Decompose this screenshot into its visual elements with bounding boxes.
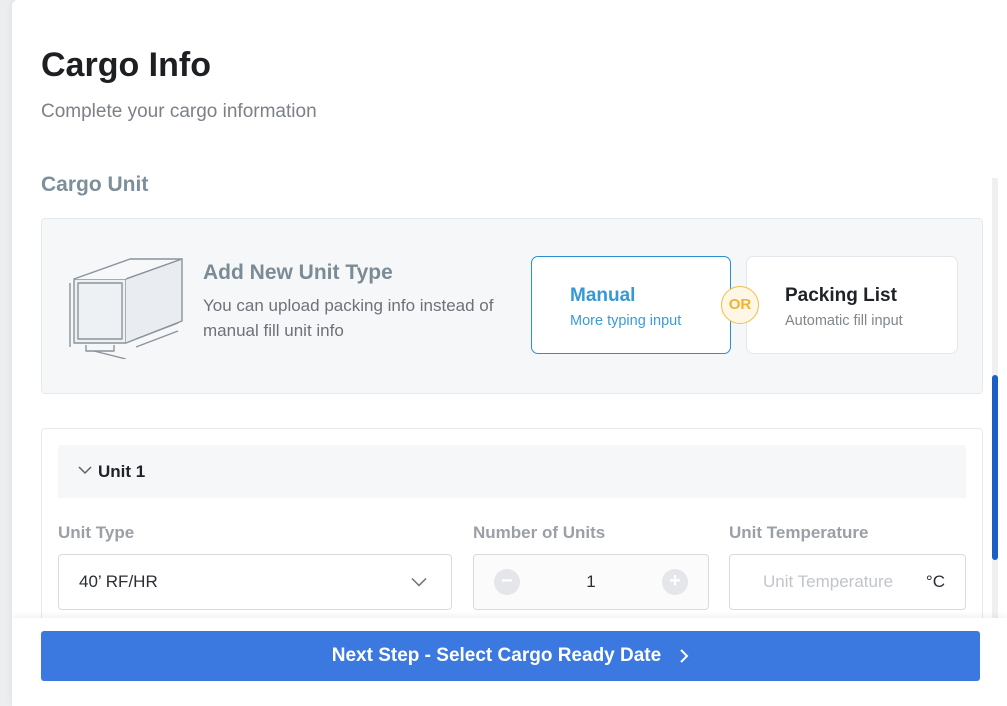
manual-option-card[interactable]: Manual More typing input bbox=[531, 256, 731, 354]
add-unit-type-title: Add New Unit Type bbox=[203, 261, 393, 284]
packing-list-option-card[interactable]: Packing List Automatic fill input bbox=[746, 256, 958, 354]
unit-type-value: 40’ RF/HR bbox=[79, 572, 158, 591]
increment-button[interactable]: + bbox=[662, 569, 688, 595]
chevron-right-icon bbox=[680, 649, 689, 663]
next-step-label: Next Step - Select Cargo Ready Date bbox=[331, 645, 662, 666]
section-title-cargo-unit: Cargo Unit bbox=[41, 173, 149, 196]
add-unit-type-description: You can upload packing info instead of m… bbox=[203, 296, 494, 340]
add-unit-type-panel: Add New Unit Type You can upload packing… bbox=[41, 218, 983, 394]
unit-accordion-header[interactable]: Unit 1 bbox=[58, 445, 966, 498]
number-of-units-stepper: − 1 + bbox=[473, 554, 709, 610]
page-title: Cargo Info bbox=[41, 46, 211, 84]
manual-option-title: Manual bbox=[570, 285, 636, 306]
page-subtitle: Complete your cargo information bbox=[41, 101, 317, 122]
or-badge: OR bbox=[721, 286, 759, 324]
unit-temperature-field: °C bbox=[729, 554, 966, 610]
temperature-unit: °C bbox=[925, 572, 945, 591]
unit-title: Unit 1 bbox=[98, 462, 146, 481]
next-step-button[interactable]: Next Step - Select Cargo Ready Date bbox=[41, 631, 980, 681]
unit-temperature-input[interactable] bbox=[731, 556, 911, 608]
manual-option-subtitle: More typing input bbox=[570, 313, 682, 329]
unit-type-label: Unit Type bbox=[58, 523, 135, 542]
scrollbar-thumb[interactable] bbox=[992, 375, 998, 560]
packing-list-option-title: Packing List bbox=[785, 285, 897, 306]
unit-type-select[interactable]: 40’ RF/HR bbox=[58, 554, 452, 610]
container-icon bbox=[69, 258, 183, 359]
cargo-info-card: Cargo Info Complete your cargo informati… bbox=[12, 0, 1007, 706]
unit-temperature-label: Unit Temperature bbox=[729, 523, 869, 542]
chevron-down-icon bbox=[411, 577, 427, 587]
number-of-units-label: Number of Units bbox=[473, 523, 606, 542]
footer-bar: Next Step - Select Cargo Ready Date bbox=[12, 618, 1007, 706]
chevron-down-icon bbox=[78, 466, 92, 475]
packing-list-option-subtitle: Automatic fill input bbox=[785, 313, 903, 329]
